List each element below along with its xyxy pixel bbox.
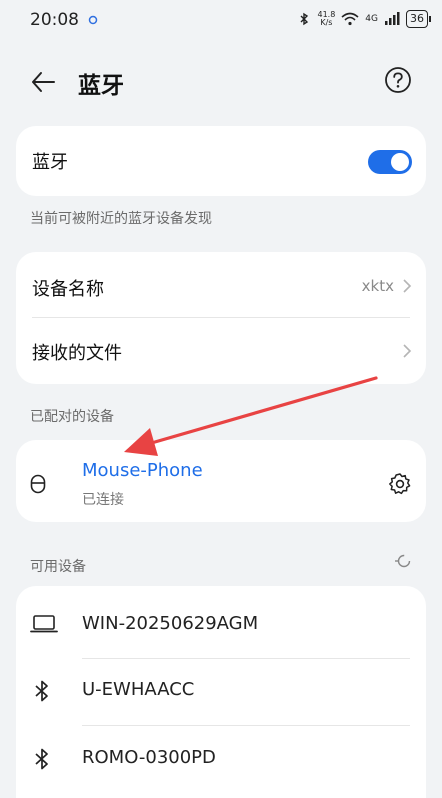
bluetooth-toggle-card: 蓝牙 <box>16 126 426 196</box>
bluetooth-toggle[interactable] <box>368 150 412 174</box>
device-name-row[interactable]: 设备名称 xktx <box>16 252 426 318</box>
bluetooth-status-icon <box>300 12 309 26</box>
laptop-icon <box>30 615 58 633</box>
status-time-text: 20:08 <box>30 10 79 30</box>
mouse-icon <box>30 474 46 494</box>
visibility-note: 当前可被附近的蓝牙设备发现 <box>30 211 212 227</box>
wifi-icon <box>341 12 359 26</box>
top-app-bar: 蓝牙 <box>0 56 442 108</box>
received-files-row[interactable]: 接收的文件 <box>16 318 426 384</box>
back-arrow-icon[interactable] <box>30 70 56 94</box>
bluetooth-icon <box>35 748 48 770</box>
location-icon <box>89 15 98 25</box>
available-device-name: ROMO-0300PD <box>82 747 216 768</box>
paired-device-name: Mouse-Phone <box>82 460 203 481</box>
paired-devices-label: 已配对的设备 <box>30 409 114 425</box>
loading-spinner-icon <box>395 554 411 568</box>
help-icon[interactable] <box>384 66 412 94</box>
available-device-name: WIN-20250629AGM <box>82 613 259 634</box>
device-name-value: xktx <box>361 277 394 295</box>
paired-device-status: 已连接 <box>82 492 124 508</box>
battery-indicator: 36 <box>406 10 431 28</box>
received-files-label: 接收的文件 <box>32 343 122 364</box>
device-name-label: 设备名称 <box>32 279 104 300</box>
page-title: 蓝牙 <box>78 73 124 99</box>
available-device-row[interactable]: ROMO-0300PD <box>16 726 426 792</box>
chevron-right-icon <box>403 279 412 293</box>
available-device-name: U-EWHAACC <box>82 679 195 700</box>
available-devices-label: 可用设备 <box>30 559 86 575</box>
chevron-right-icon <box>403 344 412 358</box>
signal-icon <box>385 12 400 25</box>
bluetooth-icon <box>35 680 48 702</box>
bluetooth-label: 蓝牙 <box>32 152 68 173</box>
available-device-row[interactable]: U-EWHAACC <box>16 659 426 725</box>
available-devices-card: WIN-20250629AGM U-EWHAACC ROMO-0300PD <box>16 586 426 798</box>
network-speed: 41.8 K/s <box>317 11 335 27</box>
device-settings-card: 设备名称 xktx 接收的文件 <box>16 252 426 384</box>
network-type: 4G <box>365 14 378 24</box>
available-device-row[interactable]: WIN-20250629AGM <box>16 586 426 658</box>
status-time: 20:08 <box>30 10 98 30</box>
toggle-knob <box>391 153 409 171</box>
status-bar: 20:08 41.8 K/s 4G 36 <box>0 0 442 40</box>
gear-icon[interactable] <box>388 472 412 496</box>
paired-device-card[interactable]: Mouse-Phone 已连接 <box>16 440 426 522</box>
status-icons: 41.8 K/s 4G 36 <box>297 10 431 28</box>
network-speed-unit: K/s <box>320 18 333 27</box>
